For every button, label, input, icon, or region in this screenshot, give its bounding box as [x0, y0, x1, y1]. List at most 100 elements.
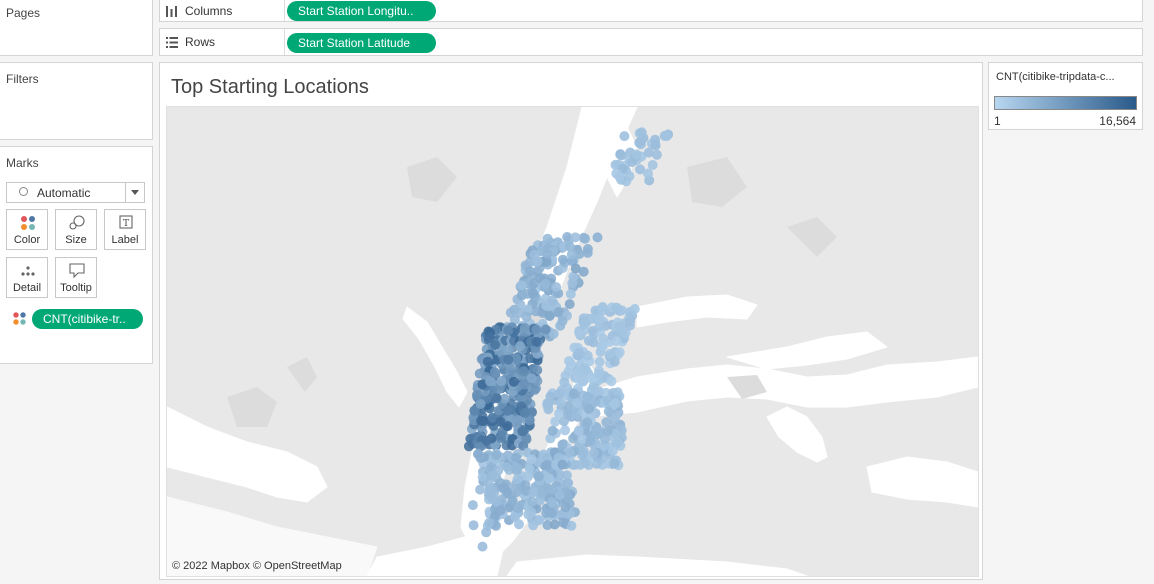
station-marker[interactable] — [585, 435, 596, 446]
station-marker[interactable] — [611, 336, 622, 347]
station-marker[interactable] — [495, 416, 506, 427]
station-marker[interactable] — [523, 509, 534, 520]
station-marker[interactable] — [495, 505, 506, 516]
station-marker[interactable] — [556, 397, 567, 408]
station-marker[interactable] — [503, 354, 514, 365]
station-marker[interactable] — [485, 376, 496, 387]
station-marker[interactable] — [558, 254, 568, 265]
station-marker[interactable] — [514, 519, 524, 530]
station-marker[interactable] — [519, 322, 530, 333]
station-marker[interactable] — [540, 461, 551, 472]
station-marker[interactable] — [472, 449, 483, 459]
color-legend[interactable]: CNT(citibike-tripdata-c... 1 16,564 — [988, 62, 1143, 130]
station-marker[interactable] — [591, 425, 601, 435]
station-marker[interactable] — [651, 149, 662, 160]
station-marker[interactable] — [471, 390, 482, 400]
map[interactable]: © 2022 Mapbox © OpenStreetMap — [166, 106, 979, 577]
station-marker[interactable] — [491, 450, 502, 461]
station-marker[interactable] — [614, 321, 625, 332]
station-marker[interactable] — [496, 376, 507, 387]
station-marker[interactable] — [631, 149, 642, 160]
rows-shelf[interactable]: Rows Start Station Latitude — [159, 28, 1143, 56]
station-marker[interactable] — [517, 426, 528, 437]
station-marker[interactable] — [560, 502, 571, 513]
station-marker[interactable] — [592, 232, 603, 243]
station-marker[interactable] — [547, 425, 558, 436]
station-marker[interactable] — [661, 131, 672, 141]
station-marker[interactable] — [564, 299, 575, 310]
station-marker[interactable] — [487, 493, 498, 504]
station-marker[interactable] — [614, 347, 625, 358]
station-marker[interactable] — [502, 345, 513, 356]
legend-color-ramp[interactable] — [994, 96, 1137, 110]
station-marker[interactable] — [647, 160, 658, 170]
station-marker[interactable] — [636, 127, 647, 138]
station-marker[interactable] — [557, 439, 568, 450]
view-area[interactable]: Top Starting Locations © 2022 Mapbox © O… — [159, 62, 983, 580]
station-marker[interactable] — [547, 295, 558, 306]
station-marker[interactable] — [602, 426, 613, 437]
station-marker[interactable] — [542, 248, 553, 259]
station-marker[interactable] — [568, 388, 579, 399]
station-marker[interactable] — [527, 288, 538, 299]
station-marker[interactable] — [606, 376, 617, 387]
station-marker[interactable] — [579, 362, 590, 373]
rows-field-pill[interactable]: Start Station Latitude — [287, 33, 436, 53]
station-marker[interactable] — [595, 314, 606, 325]
station-marker[interactable] — [582, 350, 593, 361]
station-marker[interactable] — [549, 519, 560, 530]
station-marker[interactable] — [515, 341, 526, 352]
station-marker[interactable] — [582, 417, 593, 428]
color-field-pill[interactable]: CNT(citibike-tr.. — [32, 309, 143, 329]
station-marker[interactable] — [564, 356, 574, 366]
station-marker[interactable] — [524, 266, 535, 276]
station-marker[interactable] — [475, 484, 486, 495]
station-marker[interactable] — [594, 356, 605, 367]
station-marker[interactable] — [516, 280, 527, 291]
station-marker[interactable] — [467, 500, 478, 511]
station-marker[interactable] — [563, 409, 574, 420]
color-button[interactable]: Color — [6, 209, 48, 250]
station-marker[interactable] — [565, 289, 576, 299]
filters-card[interactable]: Filters — [0, 62, 153, 140]
station-marker[interactable] — [580, 233, 591, 244]
station-marker[interactable] — [570, 232, 581, 243]
station-marker[interactable] — [542, 233, 553, 244]
station-marker[interactable] — [570, 263, 581, 274]
station-marker[interactable] — [511, 452, 521, 463]
station-marker[interactable] — [468, 520, 479, 531]
station-marker[interactable] — [528, 520, 539, 531]
station-marker[interactable] — [529, 278, 539, 289]
station-marker[interactable] — [526, 454, 537, 465]
station-marker[interactable] — [533, 471, 544, 482]
columns-shelf[interactable]: Columns Start Station Longitu.. — [159, 0, 1143, 22]
station-marker[interactable] — [540, 324, 551, 335]
station-marker[interactable] — [557, 459, 568, 470]
station-marker[interactable] — [502, 405, 513, 416]
station-marker[interactable] — [531, 324, 542, 335]
station-marker[interactable] — [551, 282, 562, 293]
station-marker[interactable] — [593, 369, 604, 379]
station-marker[interactable] — [560, 425, 571, 436]
station-marker[interactable] — [514, 308, 525, 318]
station-marker[interactable] — [544, 310, 555, 321]
station-marker[interactable] — [574, 328, 585, 338]
station-marker[interactable] — [484, 517, 495, 528]
station-marker[interactable] — [578, 376, 589, 387]
station-marker[interactable] — [557, 316, 568, 326]
station-marker[interactable] — [545, 507, 556, 518]
station-marker[interactable] — [518, 366, 529, 377]
station-marker[interactable] — [575, 459, 586, 470]
detail-button[interactable]: Detail — [6, 257, 48, 298]
station-marker[interactable] — [475, 399, 486, 409]
station-marker[interactable] — [481, 435, 492, 446]
station-marker[interactable] — [563, 478, 574, 488]
station-marker[interactable] — [512, 474, 523, 485]
station-marker[interactable] — [489, 367, 500, 378]
station-marker[interactable] — [508, 376, 519, 387]
station-marker[interactable] — [554, 388, 565, 399]
station-marker[interactable] — [520, 407, 531, 418]
station-marker[interactable] — [579, 318, 590, 329]
station-marker[interactable] — [491, 393, 502, 404]
station-marker[interactable] — [604, 349, 615, 359]
